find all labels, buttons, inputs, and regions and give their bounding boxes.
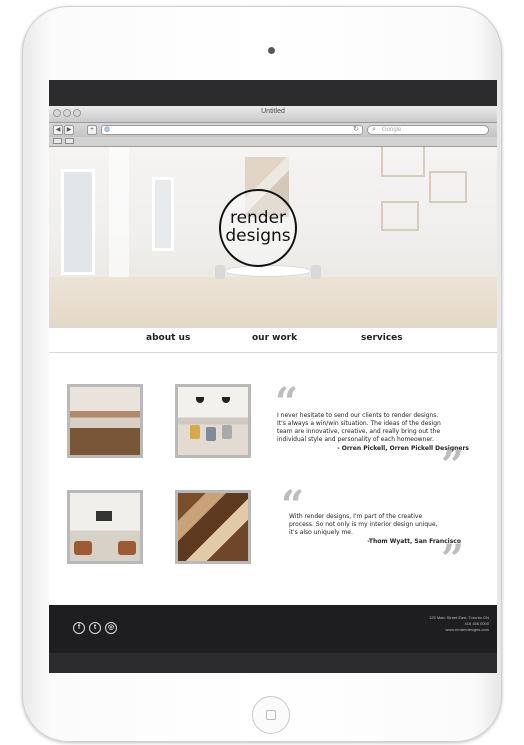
- chair: [311, 265, 321, 279]
- armchair: [74, 541, 92, 555]
- instagram-icon[interactable]: ◎: [105, 622, 117, 634]
- testimonial-2-line: With render designs, I'm part of the cre…: [289, 513, 423, 520]
- gallery-thumb-lounge[interactable]: [67, 490, 143, 564]
- nav-our-work[interactable]: our work: [252, 333, 297, 343]
- window-title: Untitled: [261, 108, 285, 115]
- bookmarks-bar: [49, 137, 497, 147]
- back-button[interactable]: ◀: [53, 125, 63, 135]
- testimonial-1-line: team are innovative, creative, and reall…: [277, 428, 441, 435]
- close-quote-icon: ”: [441, 536, 465, 583]
- footer-address: 125 Main Street East, Toronto ON: [429, 615, 489, 620]
- footer-website[interactable]: www.renderdesigns.com: [445, 627, 489, 632]
- forward-button[interactable]: ▶: [64, 125, 74, 135]
- hero-banner: render designs: [49, 147, 497, 327]
- home-button-square-icon: [266, 710, 276, 720]
- beams-photo: [178, 493, 248, 561]
- top-sites-icon[interactable]: [65, 138, 74, 144]
- testimonial-1-line: I never hesitate to send our clients to …: [277, 412, 439, 419]
- pendant-lamp: [196, 397, 204, 403]
- nav-services[interactable]: services: [361, 333, 403, 343]
- render-designs-logo[interactable]: render designs: [219, 189, 297, 267]
- armchair: [118, 541, 136, 555]
- nav-about-us[interactable]: about us: [146, 333, 190, 343]
- main-nav: about us our work services: [49, 327, 497, 353]
- globe-icon: ◍: [104, 126, 111, 133]
- dining-table: [225, 265, 311, 277]
- home-button[interactable]: [252, 696, 290, 734]
- gallery-thumb-kitchen[interactable]: [67, 384, 143, 458]
- add-bookmark-button[interactable]: +: [87, 125, 97, 135]
- dining-photo: [178, 387, 248, 455]
- floor: [49, 277, 497, 327]
- facebook-icon[interactable]: f: [73, 622, 85, 634]
- footer-bar: [49, 653, 497, 673]
- testimonial-1-line: It's always a win/win situation. The ide…: [277, 420, 441, 427]
- wall-shelf: [381, 147, 425, 177]
- search-field[interactable]: ⌕ Google: [367, 125, 489, 135]
- testimonial-2-line: it's also uniquely me.: [289, 529, 353, 536]
- browser-toolbar: ◀ ▶ + ◍ ↻ ⌕ Google: [49, 123, 497, 137]
- chair: [222, 425, 232, 439]
- reload-icon[interactable]: ↻: [353, 126, 359, 134]
- logo-text-render: render: [229, 208, 287, 228]
- window-left: [61, 169, 95, 275]
- address-bar[interactable]: ◍ ↻: [101, 125, 363, 135]
- site-footer: f t ◎ 125 Main Street East, Toronto ON 4…: [49, 605, 497, 653]
- logo-text-designs: designs: [225, 226, 291, 246]
- testimonial-1: I never hesitate to send our clients to …: [277, 412, 441, 444]
- window-middle: [152, 177, 174, 251]
- wall-shelf: [429, 171, 467, 203]
- pendant-lamp: [222, 397, 230, 403]
- testimonial-2-line: process. So not only is my interior desi…: [289, 521, 438, 528]
- gallery-thumb-dining[interactable]: [175, 384, 251, 458]
- ipad-screen: Untitled ◀ ▶ + ◍ ↻ ⌕ Google render desig…: [49, 80, 497, 673]
- footer-phone: 416 456 0000: [464, 621, 489, 626]
- search-placeholder: Google: [382, 127, 402, 133]
- browser-titlebar: Untitled: [49, 106, 497, 123]
- chair: [215, 265, 225, 279]
- kitchen-photo: [70, 387, 140, 455]
- reading-list-icon[interactable]: [53, 138, 62, 144]
- chair: [206, 427, 216, 441]
- tv-screen: [96, 511, 112, 521]
- close-quote-icon: ”: [441, 442, 465, 489]
- search-icon: ⌕: [372, 126, 376, 133]
- testimonial-2: With render designs, I'm part of the cre…: [289, 513, 438, 537]
- front-camera: [268, 47, 275, 54]
- gallery-thumb-beams[interactable]: [175, 490, 251, 564]
- web-page: render designs about us our work service…: [49, 147, 497, 673]
- wall-shelf: [381, 201, 419, 231]
- twitter-icon[interactable]: t: [89, 622, 101, 634]
- chair: [190, 425, 200, 439]
- testimonial-1-line: individual style and personality of each…: [277, 436, 434, 443]
- lounge-photo: [70, 493, 140, 561]
